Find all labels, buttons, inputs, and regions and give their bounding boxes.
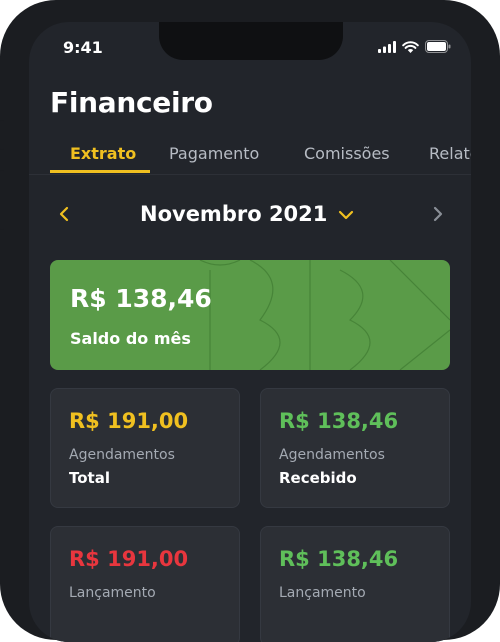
chevron-right-icon[interactable] [433, 206, 443, 222]
active-tab-indicator [50, 170, 150, 173]
app-screen: 9:41 Financeiro Extrato Pagamento Comiss… [29, 22, 471, 642]
month-label[interactable]: Novembro 2021 [140, 202, 327, 226]
tab-relatorios[interactable]: Relatórios [429, 144, 471, 163]
signal-icon [378, 40, 396, 53]
tab-bar: Extrato Pagamento Comissões Relatórios [29, 140, 471, 175]
phone-frame: 9:41 Financeiro Extrato Pagamento Comiss… [0, 0, 500, 642]
balance-value: R$ 138,46 [70, 284, 212, 313]
chevron-left-icon[interactable] [59, 206, 69, 222]
stat-sublabel: Lançamento [279, 585, 366, 601]
battery-icon [425, 40, 451, 53]
stat-label: Total [69, 469, 110, 487]
stat-card-total[interactable]: R$ 191,00 Agendamentos Total [50, 388, 240, 508]
stat-sublabel: Lançamento [69, 585, 156, 601]
tab-pagamento[interactable]: Pagamento [169, 144, 259, 163]
stat-card-recebido[interactable]: R$ 138,46 Agendamentos Recebido [260, 388, 450, 508]
wifi-icon [402, 40, 419, 53]
stat-value: R$ 138,46 [279, 547, 399, 571]
status-icons [378, 40, 451, 53]
page-title: Financeiro [50, 86, 213, 119]
stat-card-lancamento-negativo[interactable]: R$ 191,00 Lançamento [50, 526, 240, 642]
status-time: 9:41 [63, 38, 103, 57]
chevron-down-icon[interactable] [338, 210, 354, 220]
stat-sublabel: Agendamentos [69, 447, 175, 463]
tab-extrato[interactable]: Extrato [70, 144, 136, 163]
watermark-graphic [199, 260, 450, 370]
stat-card-lancamento-positivo[interactable]: R$ 138,46 Lançamento [260, 526, 450, 642]
stat-label: Recebido [279, 469, 357, 487]
side-button [0, 120, 4, 150]
month-selector: Novembro 2021 [29, 200, 471, 232]
stat-sublabel: Agendamentos [279, 447, 385, 463]
balance-card: R$ 138,46 Saldo do mês [50, 260, 450, 370]
stat-value: R$ 138,46 [279, 409, 399, 433]
side-button [0, 170, 4, 230]
status-bar: 9:41 [29, 36, 471, 60]
stat-value: R$ 191,00 [69, 409, 189, 433]
tab-comissoes[interactable]: Comissões [304, 144, 390, 163]
balance-label: Saldo do mês [70, 329, 191, 348]
stat-value: R$ 191,00 [69, 547, 189, 571]
